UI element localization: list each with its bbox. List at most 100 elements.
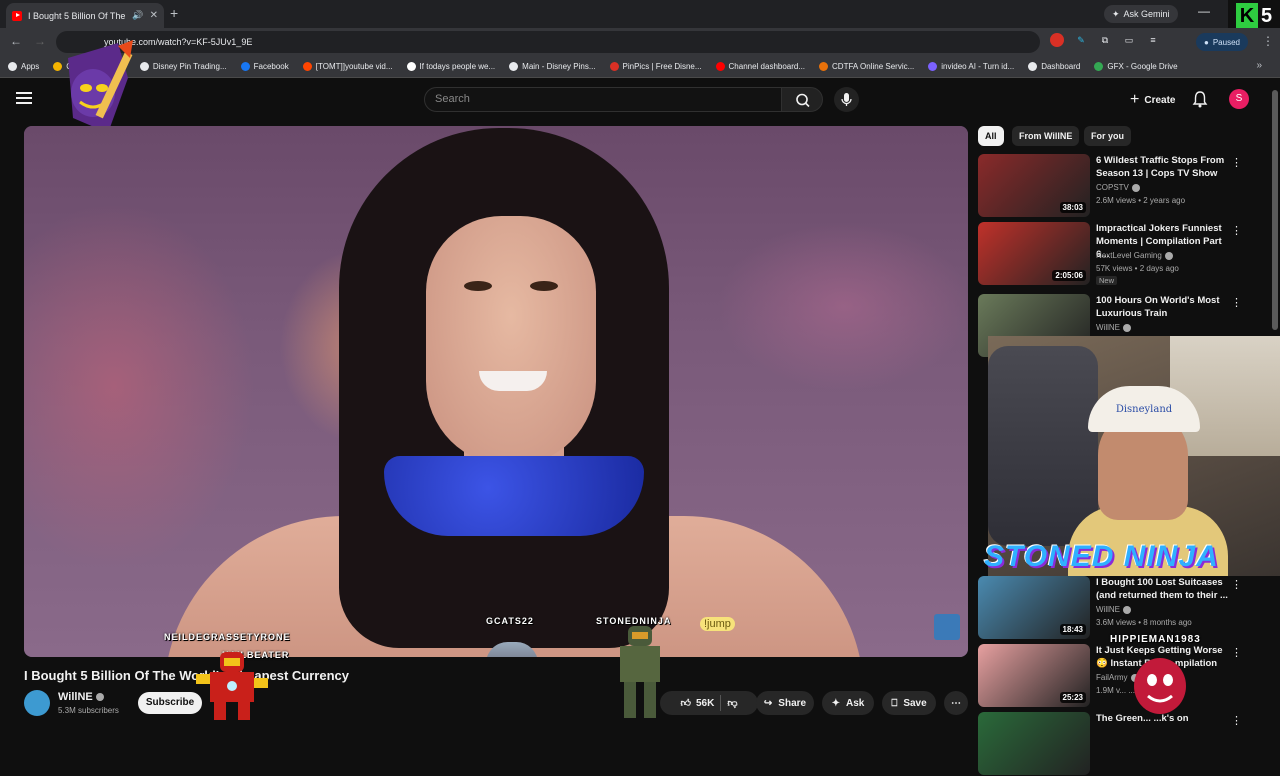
profile-paused-button[interactable]: ● Paused	[1196, 33, 1248, 51]
recommendation-thumbnail[interactable]: 25:23	[978, 644, 1090, 707]
video-figure-face	[426, 216, 596, 466]
subscribe-button[interactable]: Subscribe	[138, 692, 202, 714]
profile-icon: ●	[1204, 37, 1209, 47]
like-separator	[720, 695, 722, 711]
video-player[interactable]: NEILDEGRASSETYRONE GCATS22 STONEDNINJA !…	[24, 126, 968, 657]
chip-for-you[interactable]: For you	[1084, 126, 1131, 146]
bookmark-item[interactable]: If todays people we...	[406, 62, 496, 71]
recommendation-channel-name: WillNE	[1096, 323, 1120, 332]
minimize-window-icon[interactable]: —	[1198, 4, 1210, 18]
close-tab-icon[interactable]: ✕	[150, 10, 158, 21]
page-scrollbar[interactable]	[1272, 90, 1278, 330]
video-figure-smile	[479, 371, 547, 391]
notifications-bell-icon[interactable]	[1192, 90, 1208, 113]
verified-icon	[95, 693, 104, 702]
like-button[interactable]: 👍︎ 56K	[681, 697, 715, 710]
browser-tab-active[interactable]: I Bought 5 Billion Of The W 🔊 ✕	[6, 3, 164, 28]
sticker-jump-label: !jump	[700, 617, 735, 631]
recommendation-thumbnail[interactable]	[978, 712, 1090, 775]
media-icon[interactable]: ≡	[1146, 33, 1160, 47]
streamer-mascot-logo	[68, 40, 133, 133]
video-figure-collar	[384, 456, 644, 536]
recommendation-item[interactable]: 18:43 I Bought 100 Lost Suitcases (and re…	[978, 576, 1268, 640]
bookmark-label: CDTFA Online Servic...	[832, 62, 915, 71]
bookmark-label: PinPics | Free Disne...	[622, 62, 702, 71]
puzzle-icon[interactable]: ⧉	[1098, 33, 1112, 47]
bookmark-item[interactable]: [TOMT]]youtube vid...	[302, 62, 393, 71]
recommendation-channel[interactable]: WillNE	[1096, 605, 1131, 614]
video-duration: 38:03	[1059, 202, 1086, 213]
bookmark-item[interactable]: Channel dashboard...	[715, 62, 805, 71]
recommendation-title[interactable]: 100 Hours On World's Most Luxurious Trai…	[1096, 294, 1236, 320]
ask-gemini-button[interactable]: ✦ Ask Gemini	[1104, 5, 1178, 23]
bookmark-label: If todays people we...	[419, 62, 496, 71]
bookmark-item[interactable]: Facebook	[240, 62, 289, 71]
more-vertical-icon[interactable]: ⋮	[1231, 156, 1242, 169]
address-bar[interactable]: youtube.com/watch?v=KF-5JUv1_9E	[56, 31, 1040, 53]
recommendation-item[interactable]: 2:05:06 Impractical Jokers Funniest Momen…	[978, 222, 1268, 286]
recommendation-item[interactable]: The Green... ...k's on ⋮	[978, 712, 1268, 776]
recommendation-item[interactable]: 38:03 6 Wildest Traffic Stops From Season…	[978, 154, 1268, 218]
channel-name[interactable]: WillNE	[58, 691, 104, 703]
save-label: Save	[903, 697, 927, 709]
create-button[interactable]: + Create	[1122, 89, 1183, 111]
share-icon: ↪	[763, 697, 773, 709]
recommendation-channel[interactable]: NextLevel Gaming	[1096, 251, 1173, 260]
recommendation-meta: 2.6M views • 2 years ago	[1096, 196, 1186, 205]
menu-icon[interactable]	[16, 92, 32, 104]
bookmark-item[interactable]: GFX - Google Drive	[1094, 62, 1178, 71]
forward-icon[interactable]: →	[34, 34, 46, 48]
more-vertical-icon[interactable]: ⋮	[1231, 578, 1242, 591]
recommendation-title[interactable]: I Bought 100 Lost Suitcases (and returne…	[1096, 576, 1236, 602]
account-avatar[interactable]: S	[1229, 89, 1249, 109]
sparkle-icon: ✦	[831, 697, 841, 709]
chip-from-willne[interactable]: From WillNE	[1012, 126, 1080, 146]
bookmark-favicon-icon	[715, 62, 725, 71]
bookmarks-more-icon[interactable]: »	[1256, 60, 1262, 71]
ask-button[interactable]: ✦ Ask	[822, 691, 874, 715]
recommendation-meta: 57K views • 2 days ago	[1096, 264, 1179, 273]
bookmark-item[interactable]: PinPics | Free Disne...	[609, 62, 702, 71]
dislike-button[interactable]: 👎︎	[727, 697, 737, 709]
bookmark-favicon-icon	[509, 62, 519, 71]
recommendation-title[interactable]: 6 Wildest Traffic Stops From Season 13 |…	[1096, 154, 1236, 180]
voice-search-button[interactable]	[834, 87, 859, 112]
recommendation-thumbnail[interactable]: 18:43	[978, 576, 1090, 639]
video-duration: 18:43	[1059, 624, 1086, 635]
search-input[interactable]: Search	[424, 87, 782, 112]
more-actions-button[interactable]: ⋯	[944, 691, 968, 715]
create-label: Create	[1144, 94, 1176, 106]
search-button[interactable]	[781, 87, 823, 112]
bookmark-item[interactable]: Main - Disney Pins...	[509, 62, 596, 71]
bookmark-item[interactable]: Apps	[8, 62, 39, 71]
more-vertical-icon[interactable]: ⋮	[1231, 646, 1242, 659]
back-icon[interactable]: ←	[10, 34, 22, 48]
share-button[interactable]: ↪ Share	[756, 691, 814, 715]
bookmark-item[interactable]: invideo AI - Turn id...	[928, 62, 1014, 71]
channel-watermark-icon[interactable]	[934, 614, 960, 640]
recommendation-thumbnail[interactable]: 2:05:06	[978, 222, 1090, 285]
chip-all[interactable]: All	[978, 126, 1004, 146]
recommendation-thumbnail[interactable]: 38:03	[978, 154, 1090, 217]
bookmark-label: Apps	[21, 62, 40, 71]
recommendation-channel[interactable]: WillNE	[1096, 323, 1131, 332]
new-tab-button[interactable]: +	[170, 5, 178, 21]
webcam-hat-text: Disneyland	[1115, 404, 1173, 415]
sidebar-icon[interactable]: ▭	[1122, 33, 1136, 47]
bookmark-item[interactable]: CDTFA Online Servic...	[819, 62, 914, 71]
bookmark-favicon-icon	[240, 62, 250, 71]
more-vertical-icon[interactable]: ⋮	[1231, 714, 1242, 727]
recommendation-channel[interactable]: COPSTV	[1096, 183, 1140, 192]
more-vertical-icon[interactable]: ⋮	[1231, 224, 1242, 237]
channel-name-text: WillNE	[58, 691, 93, 703]
verified-icon	[1131, 183, 1140, 192]
bookmark-item[interactable]: Dashboard	[1028, 62, 1080, 71]
bookmark-item[interactable]: Disney Pin Trading...	[139, 62, 227, 71]
channel-avatar[interactable]	[24, 690, 50, 716]
chrome-menu-icon[interactable]: ⋮	[1262, 34, 1274, 48]
extension-blue-icon[interactable]: ✎	[1074, 33, 1088, 47]
save-button[interactable]: ⎕ Save	[882, 691, 936, 715]
more-vertical-icon[interactable]: ⋮	[1231, 296, 1242, 309]
extension-red-icon[interactable]	[1050, 33, 1064, 47]
speaker-icon[interactable]: 🔊	[132, 10, 143, 21]
